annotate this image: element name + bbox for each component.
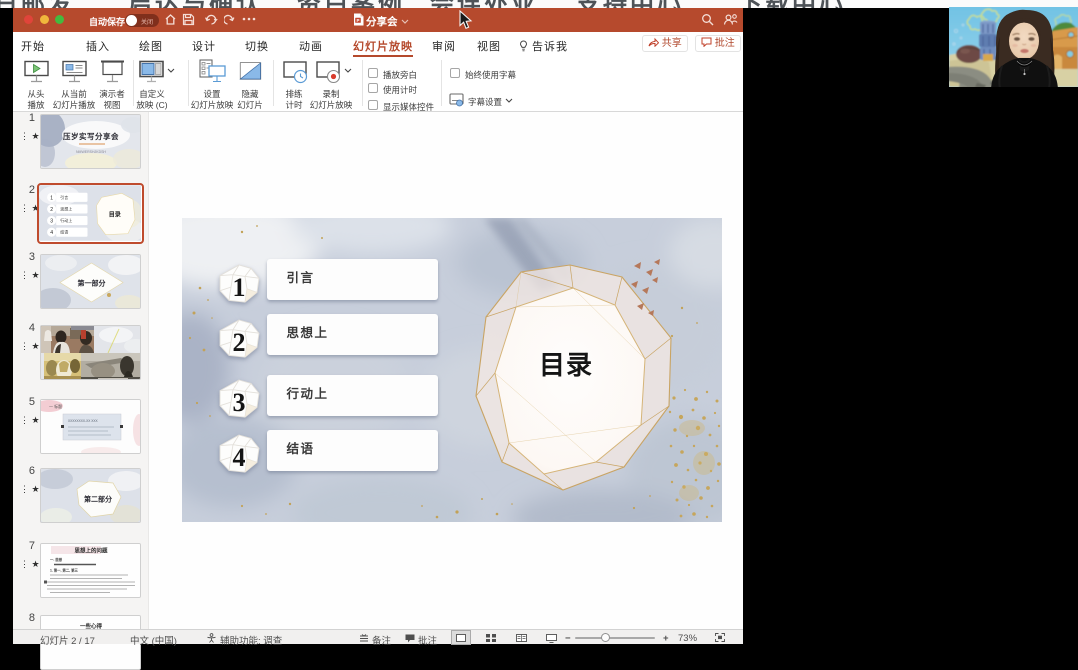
svg-text:思想上: 思想上 xyxy=(60,205,72,211)
svg-text:目录: 目录 xyxy=(539,350,593,380)
svg-text:2: 2 xyxy=(50,207,53,213)
svg-text:目录: 目录 xyxy=(109,211,121,219)
svg-text:第一部分: 第一部分 xyxy=(78,279,106,288)
svg-text:NMWERSHJKDSH: NMWERSHJKDSH xyxy=(76,150,106,154)
svg-text:P: P xyxy=(356,18,359,23)
svg-text:一. 思想: 一. 思想 xyxy=(50,557,63,562)
svg-text:1. 第一, 第二, 第三: 1. 第一, 第二, 第三 xyxy=(50,568,78,573)
svg-text:XXXXXXXX-XX XXX: XXXXXXXX-XX XXX xyxy=(68,419,98,423)
svg-text:4: 4 xyxy=(50,230,53,236)
svg-text:行动上: 行动上 xyxy=(60,217,72,223)
svg-text:结语: 结语 xyxy=(60,229,68,235)
svg-text:第二部分: 第二部分 xyxy=(84,495,112,504)
svg-text:一 标题: 一 标题 xyxy=(49,403,62,409)
svg-text:3: 3 xyxy=(50,219,53,225)
svg-text:引言: 引言 xyxy=(60,194,68,200)
svg-text:压岁实写分享会: 压岁实写分享会 xyxy=(63,131,119,141)
svg-text:1: 1 xyxy=(50,195,53,201)
svg-text:思想上的问题: 思想上的问题 xyxy=(74,547,108,555)
